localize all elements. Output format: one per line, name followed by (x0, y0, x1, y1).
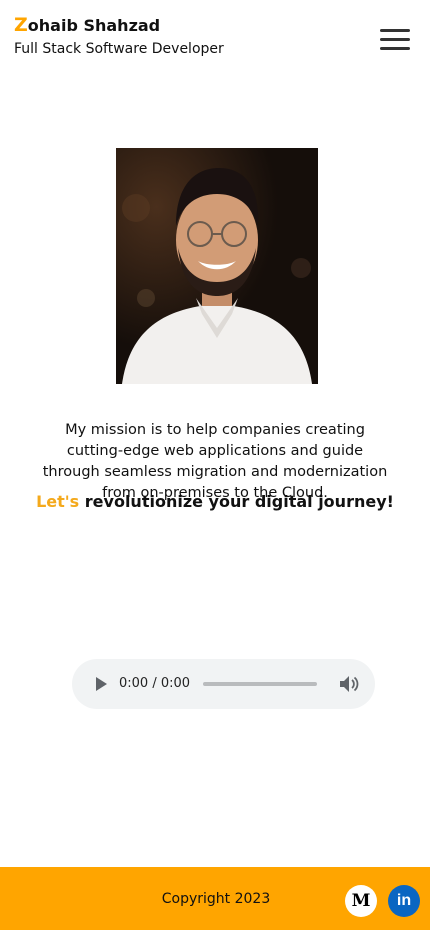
menu-bar (380, 29, 410, 32)
brand-name-rest: ohaib Shahzad (27, 16, 161, 35)
hamburger-menu-icon[interactable] (380, 29, 410, 51)
menu-bar (380, 47, 410, 50)
site-header: Zohaib Shahzad Full Stack Software Devel… (0, 0, 430, 80)
tagline-text: revolutionize your digital journey! (79, 492, 394, 511)
linkedin-icon[interactable]: in (388, 885, 420, 917)
profile-photo-image (116, 148, 318, 384)
brand-name[interactable]: Zohaib Shahzad (14, 14, 224, 37)
profile-photo (116, 148, 318, 384)
play-icon[interactable] (94, 675, 108, 693)
brand: Zohaib Shahzad Full Stack Software Devel… (14, 14, 224, 59)
brand-initial: Z (14, 14, 28, 36)
audio-time: 0:00 / 0:00 (119, 676, 191, 691)
brand-role: Full Stack Software Developer (14, 41, 224, 57)
medium-icon[interactable]: M (345, 885, 377, 917)
audio-progress-bar[interactable] (203, 682, 317, 686)
menu-bar (380, 38, 410, 41)
site-footer: Copyright 2023 M in (0, 867, 430, 930)
tagline: Let's revolutionize your digital journey… (20, 491, 410, 513)
audio-player: 0:00 / 0:00 (72, 659, 375, 709)
volume-icon[interactable] (339, 675, 359, 693)
tagline-accent: Let's (36, 492, 80, 511)
